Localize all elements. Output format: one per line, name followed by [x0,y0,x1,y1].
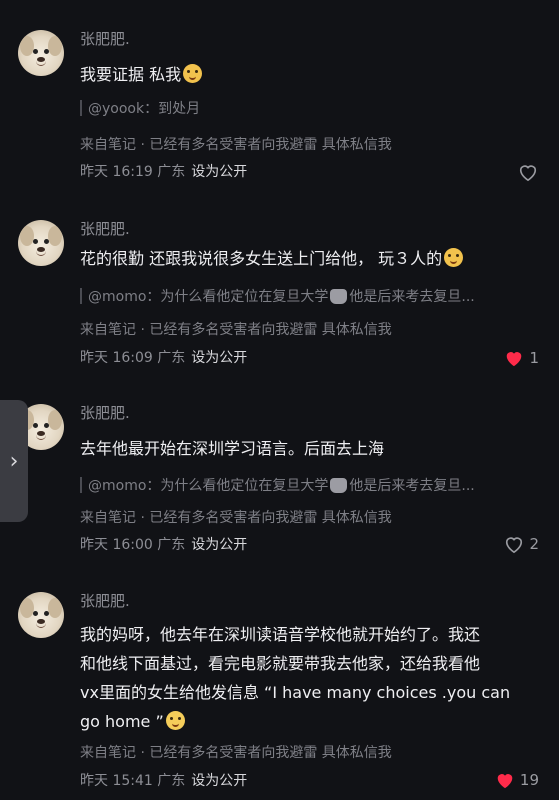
side-expand-tab[interactable]: › [0,400,28,522]
comment-source[interactable]: 来自笔记 · 已经有多名受害者向我避雷 具体私信我 [80,507,392,527]
comment-time: 昨天 15:41 广东 [80,773,186,789]
like-button[interactable]: 1 [503,348,539,368]
set-public-button[interactable]: 设为公开 [191,164,247,180]
comment-time: 昨天 16:09 广东 [80,350,186,366]
chevron-right-icon: › [9,448,19,474]
smile-emoji-icon [444,248,464,267]
like-button[interactable]: 2 [503,534,539,554]
set-public-button[interactable]: 设为公开 [191,537,247,553]
comment-time: 昨天 16:00 广东 [80,537,186,553]
heart-filled-icon [507,352,522,367]
quoted-reply[interactable]: @yoook：到处月 [80,98,540,118]
like-count: 1 [529,349,539,367]
like-count: 19 [519,771,539,789]
comment-author[interactable]: 张肥肥. [80,218,130,239]
avatar[interactable] [18,30,64,76]
heart-filled-icon [497,774,513,789]
heart-outline-icon [506,537,523,554]
comment-author[interactable]: 张肥肥. [80,590,130,611]
cat-emoji-icon [330,288,348,304]
comment-source[interactable]: 来自笔记 · 已经有多名受害者向我避雷 具体私信我 [80,319,392,339]
comment-source[interactable]: 来自笔记 · 已经有多名受害者向我避雷 具体私信我 [80,742,392,762]
comment-text: 我的妈呀，他去年在深圳读语音学校他就开始约了。我还 和他线下面基过，看完电影就要… [80,625,511,731]
avatar[interactable] [18,592,64,638]
comment-source[interactable]: 来自笔记 · 已经有多名受害者向我避雷 具体私信我 [80,134,392,154]
cat-emoji-icon [330,477,348,493]
avatar[interactable] [18,220,64,266]
comment-text: 我要证据 私我 [80,60,540,89]
set-public-button[interactable]: 设为公开 [191,350,247,366]
comment-meta: 昨天 16:19 广东 设为公开 [80,161,247,181]
comment-text: 去年他最开始在深圳学习语言。后面去上海 [80,439,385,458]
like-button[interactable]: 19 [494,770,539,790]
quoted-reply[interactable]: @momo：为什么看他定位在复旦大学 他是后来考去复旦... [80,286,540,306]
comment-author[interactable]: 张肥肥. [80,402,130,423]
comment-text: 花的很勤 还跟我说很多女生送上门给他， 玩３人的 [80,244,540,273]
comment-meta: 昨天 16:09 广东 设为公开 [80,347,247,367]
set-public-button[interactable]: 设为公开 [191,773,247,789]
quoted-reply[interactable]: @momo：为什么看他定位在复旦大学 他是后来考去复旦... [80,475,540,495]
heart-outline-icon [519,165,537,182]
comment-meta: 昨天 15:41 广东 设为公开 [80,770,247,790]
crying-emoji-icon [165,711,185,730]
comment-meta: 昨天 16:00 广东 设为公开 [80,534,247,554]
comment-time: 昨天 16:19 广东 [80,164,186,180]
like-count: 2 [529,535,539,553]
like-button[interactable] [517,162,539,182]
comment-author[interactable]: 张肥肥. [80,28,130,49]
smile-emoji-icon [183,64,203,83]
